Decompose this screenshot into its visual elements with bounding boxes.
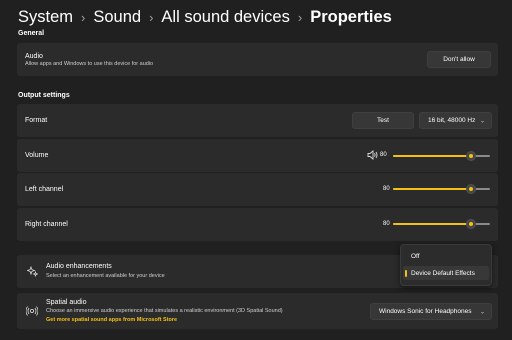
volume-value: 80 bbox=[380, 152, 387, 158]
audio-description: Allow apps and Windows to use this devic… bbox=[25, 61, 154, 67]
slider-fill bbox=[393, 223, 471, 225]
format-card: Format Test 16 bit, 48000 Hz ⌄ bbox=[17, 104, 498, 137]
right-channel-card: Right channel 80 bbox=[17, 208, 498, 241]
spatial-audio-description: Choose an immersive audio experience tha… bbox=[46, 308, 283, 314]
right-channel-slider[interactable] bbox=[393, 219, 490, 229]
chevron-down-icon: ⌄ bbox=[479, 118, 485, 124]
left-channel-slider[interactable] bbox=[393, 184, 490, 194]
microsoft-store-link[interactable]: Get more spatial sound apps from Microso… bbox=[46, 317, 177, 323]
left-channel-value: 80 bbox=[383, 186, 390, 192]
breadcrumb-separator: › bbox=[81, 9, 86, 25]
sparkle-icon bbox=[27, 266, 38, 277]
volume-slider[interactable] bbox=[393, 151, 490, 161]
audio-enhancements-description: Select an enhancement available for your… bbox=[46, 273, 165, 279]
format-value: 16 bit, 48000 Hz bbox=[428, 117, 476, 124]
slider-thumb[interactable] bbox=[465, 184, 476, 194]
general-heading: General bbox=[18, 30, 45, 37]
format-dropdown[interactable]: 16 bit, 48000 Hz ⌄ bbox=[419, 112, 492, 129]
volume-label: Volume bbox=[25, 152, 49, 159]
breadcrumb-separator: › bbox=[297, 9, 303, 25]
audio-title: Audio bbox=[25, 53, 43, 60]
output-settings-heading: Output settings bbox=[18, 92, 70, 99]
menu-item-device-default-effects[interactable]: Device Default Effects bbox=[403, 266, 489, 280]
spatial-audio-card: Spatial audio Choose an immersive audio … bbox=[17, 293, 498, 329]
menu-item-off[interactable]: Off bbox=[403, 249, 489, 263]
spatial-audio-value: Windows Sonic for Headphones bbox=[379, 308, 472, 315]
slider-thumb[interactable] bbox=[465, 219, 476, 229]
left-channel-label: Left channel bbox=[25, 186, 64, 193]
spatial-audio-title: Spatial audio bbox=[46, 299, 87, 306]
spatial-audio-dropdown[interactable]: Windows Sonic for Headphones ⌄ bbox=[370, 303, 492, 320]
dont-allow-button[interactable]: Don't allow bbox=[427, 51, 491, 68]
right-channel-value: 80 bbox=[383, 221, 390, 227]
breadcrumb-all-sound-devices[interactable]: All sound devices bbox=[161, 8, 289, 27]
left-channel-card: Left channel 80 bbox=[17, 173, 498, 206]
slider-thumb[interactable] bbox=[465, 151, 476, 161]
page-title: Properties bbox=[310, 7, 392, 26]
right-channel-label: Right channel bbox=[25, 221, 68, 228]
breadcrumb-separator: › bbox=[149, 9, 154, 25]
slider-fill bbox=[393, 155, 471, 157]
breadcrumb-system[interactable]: System bbox=[18, 8, 73, 27]
spatial-audio-icon bbox=[26, 306, 38, 316]
breadcrumb-sound[interactable]: Sound bbox=[93, 8, 141, 27]
format-label: Format bbox=[25, 117, 48, 124]
audio-enhancements-title: Audio enhancements bbox=[46, 263, 112, 270]
slider-fill bbox=[393, 188, 471, 190]
volume-card: Volume 80 bbox=[17, 139, 498, 172]
audio-enhancements-menu: Off Device Default Effects bbox=[400, 244, 492, 286]
audio-card: Audio Allow apps and Windows to use this… bbox=[17, 43, 498, 76]
speaker-icon[interactable] bbox=[367, 150, 378, 160]
chevron-down-icon: ⌄ bbox=[479, 309, 485, 315]
test-button[interactable]: Test bbox=[352, 112, 414, 129]
breadcrumb: System › Sound › All sound devices › Pro… bbox=[18, 4, 392, 30]
